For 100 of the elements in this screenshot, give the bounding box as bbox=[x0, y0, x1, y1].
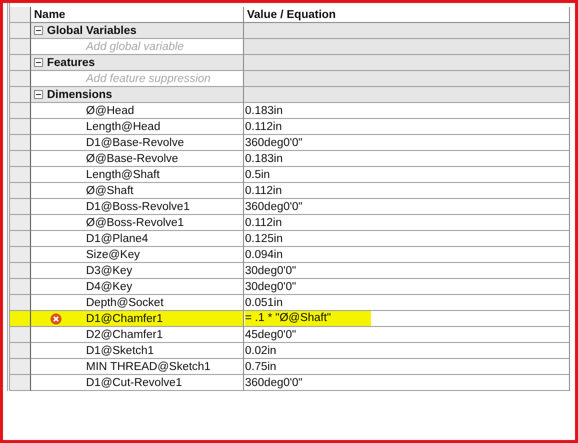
row-header-cell[interactable] bbox=[10, 23, 31, 39]
value-text: 360deg0'0" bbox=[245, 376, 304, 388]
row-header-cell[interactable] bbox=[10, 295, 31, 311]
value-cell[interactable]: 0.02in bbox=[244, 343, 570, 359]
value-cell[interactable]: 45deg0'0" bbox=[244, 327, 570, 343]
name-cell[interactable]: MIN THREAD@Sketch1 bbox=[31, 359, 244, 375]
dimension-name: D1@Cut-Revolve1 bbox=[86, 376, 182, 388]
name-cell[interactable]: Size@Key bbox=[31, 247, 244, 263]
dimension-name: D1@Sketch1 bbox=[86, 344, 154, 356]
value-text: 0.183in bbox=[245, 152, 284, 164]
collapse-icon[interactable] bbox=[34, 58, 43, 67]
row-header-cell[interactable] bbox=[10, 183, 31, 199]
value-text: 0.051in bbox=[245, 296, 284, 308]
value-text: 0.112in bbox=[245, 184, 283, 196]
value-cell[interactable]: 360deg0'0" bbox=[244, 135, 570, 151]
row-header-cell[interactable] bbox=[10, 55, 31, 71]
name-cell[interactable]: Length@Shaft bbox=[31, 167, 244, 183]
name-cell[interactable]: D3@Key bbox=[31, 263, 244, 279]
value-cell[interactable]: 0.112in bbox=[244, 119, 570, 135]
dimension-name: D3@Key bbox=[86, 264, 132, 276]
section-header-cell[interactable]: Features bbox=[31, 55, 244, 71]
value-cell[interactable]: 30deg0'0" bbox=[244, 279, 570, 295]
name-cell[interactable]: Ø@Base-Revolve bbox=[31, 151, 244, 167]
row-header-cell[interactable] bbox=[10, 327, 31, 343]
collapse-icon[interactable] bbox=[34, 26, 43, 35]
value-cell[interactable]: 0.112in bbox=[244, 215, 570, 231]
name-cell[interactable]: D1@Boss-Revolve1 bbox=[31, 199, 244, 215]
name-cell[interactable]: Length@Head bbox=[31, 119, 244, 135]
section-header-cell[interactable]: Global Variables bbox=[31, 23, 244, 39]
value-text: 30deg0'0" bbox=[245, 280, 298, 292]
row-header-cell[interactable] bbox=[10, 279, 31, 295]
row-header-cell[interactable] bbox=[10, 199, 31, 215]
section-header-cell[interactable]: Dimensions bbox=[31, 87, 244, 103]
name-cell[interactable]: Ø@Shaft bbox=[31, 183, 244, 199]
name-cell[interactable]: D4@Key bbox=[31, 279, 244, 295]
value-text: 0.183in bbox=[245, 104, 284, 116]
value-cell[interactable]: 0.5in bbox=[244, 167, 570, 183]
row-header-cell[interactable] bbox=[10, 375, 31, 391]
column-header[interactable]: Name bbox=[31, 7, 244, 23]
value-cell[interactable]: 0.094in bbox=[244, 247, 570, 263]
value-text: 45deg0'0" bbox=[245, 328, 298, 340]
collapse-icon[interactable] bbox=[34, 90, 43, 99]
value-text: 0.094in bbox=[245, 248, 284, 260]
value-text: 30deg0'0" bbox=[245, 264, 298, 276]
value-cell[interactable]: = .1 * "Ø@Shaft" bbox=[244, 311, 570, 327]
name-cell[interactable]: D1@Base-Revolve bbox=[31, 135, 244, 151]
section-title: Global Variables bbox=[47, 24, 136, 36]
dimension-name: Ø@Shaft bbox=[86, 184, 134, 196]
name-cell[interactable]: D1@Cut-Revolve1 bbox=[31, 375, 244, 391]
name-cell[interactable]: D1@Chamfer1 bbox=[31, 311, 244, 327]
dimension-name: Size@Key bbox=[86, 248, 140, 260]
value-text: 360deg0'0" bbox=[245, 200, 304, 212]
row-header-cell[interactable] bbox=[10, 343, 31, 359]
value-text: 0.75in bbox=[245, 360, 278, 372]
row-header-cell[interactable] bbox=[10, 151, 31, 167]
value-text: 0.125in bbox=[245, 232, 284, 244]
dimension-name: D1@Base-Revolve bbox=[86, 136, 184, 148]
value-text: 0.5in bbox=[245, 168, 271, 180]
section-title: Features bbox=[47, 56, 95, 68]
name-cell[interactable]: D1@Plane4 bbox=[31, 231, 244, 247]
value-text: = .1 * "Ø@Shaft" bbox=[245, 311, 372, 326]
value-cell[interactable]: 0.75in bbox=[244, 359, 570, 375]
name-cell[interactable]: D1@Sketch1 bbox=[31, 343, 244, 359]
value-cell[interactable]: 0.112in bbox=[244, 183, 570, 199]
dimension-name: D4@Key bbox=[86, 280, 132, 292]
row-header-cell[interactable] bbox=[10, 311, 31, 327]
value-cell[interactable]: 0.183in bbox=[244, 103, 570, 119]
column-header[interactable]: Value / Equation bbox=[244, 7, 570, 23]
section-title: Dimensions bbox=[47, 88, 112, 100]
value-text: 360deg0'0" bbox=[245, 136, 304, 148]
value-cell[interactable]: 360deg0'0" bbox=[244, 375, 570, 391]
name-cell[interactable]: D2@Chamfer1 bbox=[31, 327, 244, 343]
value-cell[interactable]: 360deg0'0" bbox=[244, 199, 570, 215]
dimension-name: Ø@Head bbox=[86, 104, 134, 116]
name-cell[interactable]: Ø@Head bbox=[31, 103, 244, 119]
dimension-name: Ø@Base-Revolve bbox=[86, 152, 178, 164]
row-header-cell[interactable] bbox=[10, 103, 31, 119]
dimension-name: Ø@Boss-Revolve1 bbox=[86, 216, 184, 228]
row-header-cell[interactable] bbox=[10, 167, 31, 183]
row-header-cell[interactable] bbox=[10, 87, 31, 103]
value-cell[interactable]: 0.125in bbox=[244, 231, 570, 247]
dimension-name: Depth@Socket bbox=[86, 296, 164, 308]
name-cell[interactable]: Ø@Boss-Revolve1 bbox=[31, 215, 244, 231]
row-header-cell[interactable] bbox=[10, 359, 31, 375]
row-header-cell[interactable] bbox=[10, 71, 31, 87]
dimension-name: D2@Chamfer1 bbox=[86, 328, 163, 340]
dimension-name: Length@Head bbox=[86, 120, 160, 132]
row-header-cell[interactable] bbox=[10, 247, 31, 263]
row-header-cell[interactable] bbox=[10, 135, 31, 151]
row-header-cell[interactable] bbox=[10, 263, 31, 279]
row-header-cell[interactable] bbox=[10, 39, 31, 55]
row-header-cell[interactable] bbox=[10, 231, 31, 247]
value-cell[interactable]: 30deg0'0" bbox=[244, 263, 570, 279]
dimension-name: D1@Plane4 bbox=[86, 232, 148, 244]
value-cell[interactable]: 0.183in bbox=[244, 151, 570, 167]
row-header-cell[interactable] bbox=[10, 119, 31, 135]
value-text: 0.112in bbox=[245, 216, 283, 228]
dimension-name: D1@Boss-Revolve1 bbox=[86, 200, 190, 212]
row-header-cell[interactable] bbox=[10, 215, 31, 231]
value-text: 0.112in bbox=[245, 120, 283, 132]
